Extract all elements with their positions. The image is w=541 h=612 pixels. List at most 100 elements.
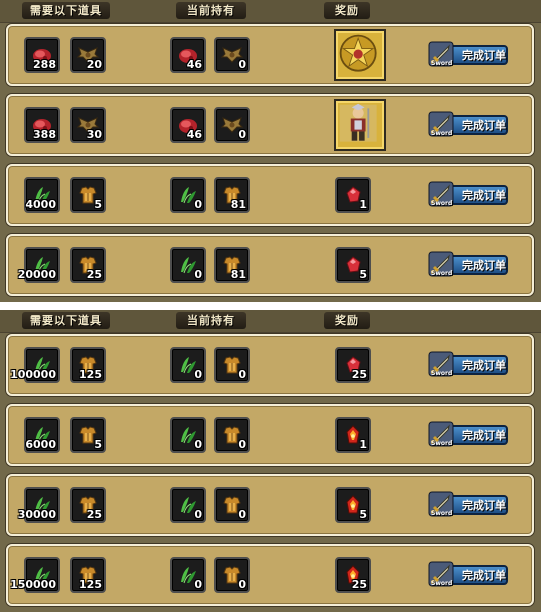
held-item-slot[interactable]: 0	[170, 347, 206, 383]
complete-order-button[interactable]: 完成订单 Sword	[428, 561, 510, 589]
item-count: 0	[238, 438, 246, 451]
order-row: 6000 5 0 0 1 完成订单 Sword	[6, 404, 534, 466]
required-item-slot[interactable]: 100000	[10, 347, 60, 383]
required-item-slot[interactable]: 125	[70, 557, 106, 593]
held-item-slot[interactable]: 0	[214, 107, 250, 143]
reward-item-slot[interactable]: 1	[335, 417, 371, 453]
complete-order-button[interactable]: 完成订单 Sword	[428, 111, 510, 139]
complete-order-button[interactable]: 完成订单 Sword	[428, 491, 510, 519]
item-count: 5	[94, 198, 102, 211]
item-count: 150000	[10, 578, 56, 591]
item-count: 288	[33, 58, 56, 71]
item-count: 125	[79, 578, 102, 591]
complete-order-label: 完成订单	[462, 49, 506, 62]
header-reward: 奖励	[324, 2, 370, 19]
complete-order-button[interactable]: 完成订单 Sword	[428, 41, 510, 69]
sword-caption: Sword	[431, 580, 453, 587]
required-item-slot[interactable]: 30000	[18, 487, 60, 523]
required-item-slot[interactable]: 30	[70, 107, 106, 143]
complete-order-button[interactable]: 完成订单 Sword	[428, 251, 510, 279]
held-item-slot[interactable]: 0	[170, 417, 206, 453]
held-item-slot[interactable]: 0	[214, 487, 250, 523]
header-current-held: 当前持有	[176, 2, 246, 19]
reward-item-slot[interactable]: 25	[335, 557, 371, 593]
held-item-slot[interactable]: 0	[214, 417, 250, 453]
complete-order-button[interactable]: 完成订单 Sword	[428, 421, 510, 449]
complete-order-label: 完成订单	[462, 569, 506, 582]
required-item-slot[interactable]: 6000	[24, 417, 60, 453]
item-count: 6000	[25, 438, 56, 451]
held-item-slot[interactable]: 0	[214, 347, 250, 383]
held-item-slot[interactable]: 0	[170, 177, 206, 213]
sword-caption: Sword	[431, 200, 453, 207]
complete-order-button[interactable]: 完成订单 Sword	[428, 181, 510, 209]
complete-order-label: 完成订单	[462, 259, 506, 272]
orders-panel: 需要以下道具 当前持有 奖励 100000 125 0 0 25 完成订单 Sw…	[0, 310, 541, 612]
item-count: 388	[33, 128, 56, 141]
reward-item-slot[interactable]: 5	[335, 487, 371, 523]
required-item-slot[interactable]: 4000	[24, 177, 60, 213]
held-item-slot[interactable]: 0	[214, 37, 250, 73]
item-count: 25	[86, 268, 102, 281]
required-item-slot[interactable]: 5	[70, 177, 106, 213]
required-item-slot[interactable]: 25	[70, 247, 106, 283]
order-row: 100000 125 0 0 25 完成订单 Sword	[6, 334, 534, 396]
sword-caption: Sword	[431, 440, 453, 447]
reward-card[interactable]	[334, 29, 386, 81]
sword-caption: Sword	[431, 130, 453, 137]
order-row: 150000 125 0 0 25 完成订单 Sword	[6, 544, 534, 606]
header-required-items: 需要以下道具	[22, 312, 110, 329]
header-reward: 奖励	[324, 312, 370, 329]
held-item-slot[interactable]: 0	[170, 487, 206, 523]
item-count: 5	[94, 438, 102, 451]
item-count: 0	[238, 58, 246, 71]
header-current-held: 当前持有	[176, 312, 246, 329]
header-required-items: 需要以下道具	[22, 2, 110, 19]
item-count: 0	[238, 128, 246, 141]
held-item-slot[interactable]: 0	[170, 247, 206, 283]
item-count: 20	[86, 58, 102, 71]
order-row: 288 20 46 0 完成订单 Sword	[6, 24, 534, 86]
reward-item-slot[interactable]: 5	[335, 247, 371, 283]
held-item-slot[interactable]: 46	[170, 37, 206, 73]
reward-item-slot[interactable]: 25	[335, 347, 371, 383]
order-row: 388 30 46 0 完成订单 Sword	[6, 94, 534, 156]
reward-count: 5	[359, 508, 367, 521]
item-count: 0	[194, 508, 202, 521]
complete-order-label: 完成订单	[462, 119, 506, 132]
column-header-bar: 需要以下道具 当前持有 奖励	[0, 0, 541, 23]
required-item-slot[interactable]: 20000	[18, 247, 60, 283]
sword-caption: Sword	[431, 510, 453, 517]
reward-count: 5	[359, 268, 367, 281]
required-item-slot[interactable]: 5	[70, 417, 106, 453]
required-item-slot[interactable]: 25	[70, 487, 106, 523]
held-item-slot[interactable]: 81	[214, 247, 250, 283]
item-count: 20000	[17, 268, 56, 281]
held-item-slot[interactable]: 0	[170, 557, 206, 593]
item-count: 0	[238, 368, 246, 381]
required-item-slot[interactable]: 20	[70, 37, 106, 73]
item-count: 0	[238, 578, 246, 591]
held-item-slot[interactable]: 81	[214, 177, 250, 213]
item-count: 125	[79, 368, 102, 381]
item-count: 100000	[10, 368, 56, 381]
reward-count: 25	[351, 578, 367, 591]
sword-caption: Sword	[431, 270, 453, 277]
reward-card[interactable]	[334, 99, 386, 151]
reward-item-slot[interactable]: 1	[335, 177, 371, 213]
required-item-slot[interactable]: 388	[24, 107, 60, 143]
item-count: 0	[194, 578, 202, 591]
item-count: 81	[230, 198, 246, 211]
required-item-slot[interactable]: 150000	[10, 557, 60, 593]
required-item-slot[interactable]: 125	[70, 347, 106, 383]
required-item-slot[interactable]: 288	[24, 37, 60, 73]
held-item-slot[interactable]: 46	[170, 107, 206, 143]
item-count: 30	[86, 128, 102, 141]
held-item-slot[interactable]: 0	[214, 557, 250, 593]
sword-caption: Sword	[431, 60, 453, 67]
reward-count: 25	[351, 368, 367, 381]
sword-caption: Sword	[431, 370, 453, 377]
column-header-bar: 需要以下道具 当前持有 奖励	[0, 310, 541, 333]
reward-count: 1	[359, 438, 367, 451]
complete-order-button[interactable]: 完成订单 Sword	[428, 351, 510, 379]
